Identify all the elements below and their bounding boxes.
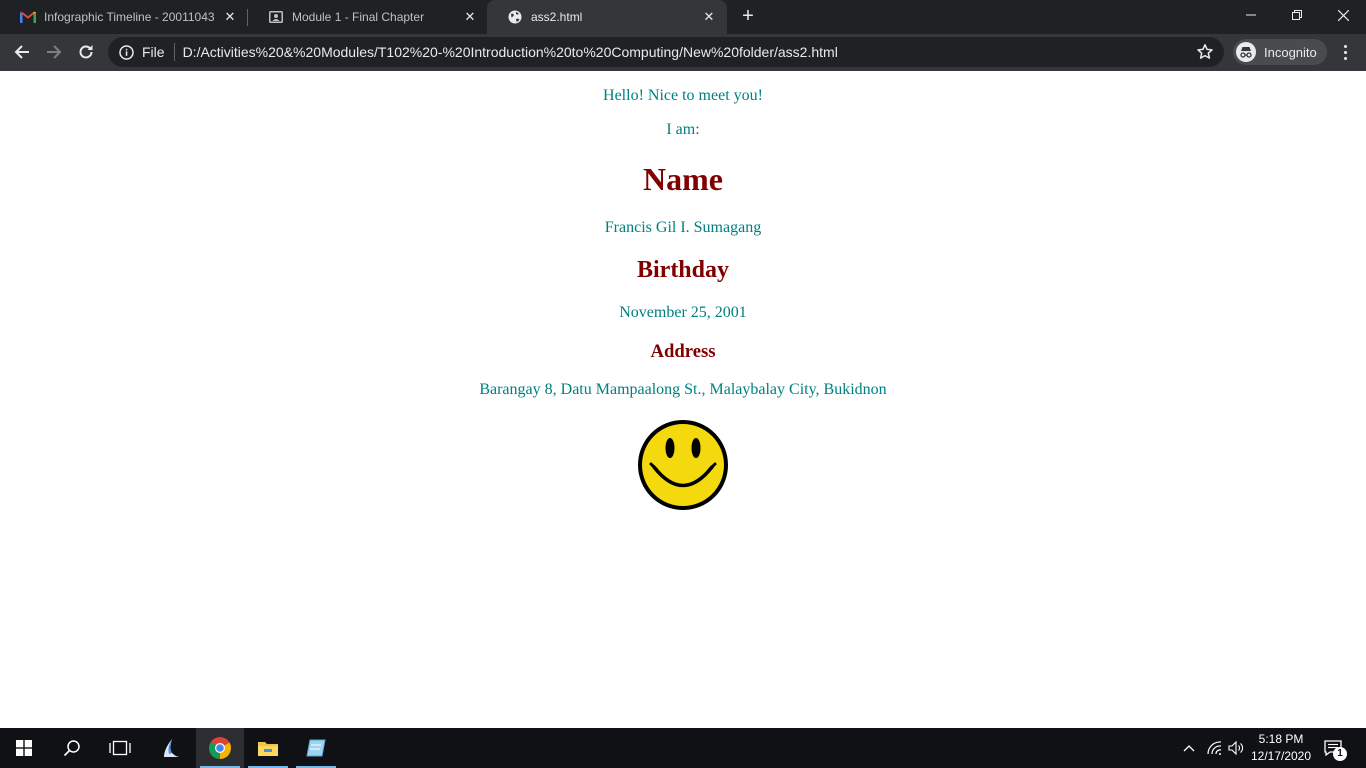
incognito-icon (1236, 42, 1256, 62)
task-view-icon (109, 740, 131, 756)
volume-button[interactable] (1226, 728, 1248, 768)
network-button[interactable] (1203, 728, 1225, 768)
close-tab-icon[interactable]: ✕ (701, 9, 717, 25)
restore-icon (1292, 10, 1302, 20)
address-divider (173, 43, 175, 61)
gmail-icon (20, 9, 36, 25)
notepad-icon (306, 739, 326, 757)
address-bar[interactable]: File D:/Activities%20&%20Modules/T102%20… (108, 37, 1224, 67)
close-tab-icon[interactable]: ✕ (222, 9, 238, 25)
address-value: Barangay 8, Datu Mampaalong St., Malayba… (479, 381, 887, 398)
notification-icon: 1 (1324, 740, 1347, 761)
smiley-face-icon (638, 420, 728, 510)
greeting-text: Hello! Nice to meet you! (603, 87, 763, 104)
tab-title: Module 1 - Final Chapter (292, 10, 425, 24)
task-view-button[interactable] (96, 728, 144, 768)
chrome-icon (209, 737, 231, 759)
browser-toolbar: File D:/Activities%20&%20Modules/T102%20… (0, 34, 1366, 71)
info-icon[interactable] (118, 44, 134, 60)
url-text[interactable]: D:/Activities%20&%20Modules/T102%20-%20I… (183, 44, 838, 60)
app-icon (164, 739, 180, 757)
incognito-label: Incognito (1264, 44, 1317, 60)
bookmark-star-icon[interactable] (1196, 43, 1214, 61)
action-center-button[interactable]: 1 (1320, 728, 1347, 768)
reload-icon (79, 45, 93, 59)
reload-button[interactable] (72, 38, 100, 66)
tab-title: Infographic Timeline - 20011043 (44, 10, 215, 24)
search-button[interactable] (48, 728, 96, 768)
clock-time: 5:18 PM (1258, 732, 1304, 746)
clock-date: 12/17/2020 (1250, 749, 1312, 763)
browser-menu-button[interactable] (1334, 40, 1356, 64)
tab-title: ass2.html (531, 10, 583, 24)
windows-taskbar: 5:18 PM 12/17/2020 1 (0, 728, 1366, 768)
wifi-icon (1207, 741, 1222, 755)
tab-module-1[interactable]: Module 1 - Final Chapter ✕ (248, 0, 488, 34)
menu-dot (1343, 50, 1347, 54)
menu-dot (1343, 56, 1347, 60)
tab-ass2[interactable]: ass2.html ✕ (487, 0, 727, 34)
incognito-badge[interactable]: Incognito (1233, 39, 1327, 65)
intro-text: I am: (666, 121, 700, 138)
speaker-icon (1228, 741, 1243, 755)
file-explorer-icon (258, 742, 278, 756)
new-tab-button[interactable]: + (736, 5, 760, 29)
birthday-heading: Birthday (636, 257, 729, 283)
minimize-button[interactable] (1228, 0, 1274, 30)
scheme-chip[interactable]: File (142, 44, 165, 60)
back-arrow-icon (14, 45, 29, 59)
notification-count-badge: 1 (1333, 747, 1347, 761)
address-heading: Address (650, 341, 716, 362)
start-button[interactable] (0, 728, 48, 768)
start-icon (16, 740, 32, 756)
forward-button[interactable] (40, 38, 68, 66)
close-tab-icon[interactable]: ✕ (462, 9, 478, 25)
show-hidden-icons-button[interactable] (1178, 728, 1200, 768)
globe-icon (507, 9, 523, 25)
menu-dot (1343, 44, 1347, 48)
name-value: Francis Gil I. Sumagang (604, 219, 762, 236)
close-icon (1337, 9, 1349, 21)
taskbar-app-button[interactable] (147, 728, 195, 768)
taskbar-chrome[interactable] (196, 728, 244, 768)
chevron-up-icon (1183, 745, 1195, 752)
back-button[interactable] (8, 38, 36, 66)
search-icon (63, 740, 80, 757)
restore-button[interactable] (1274, 0, 1320, 30)
taskbar-file-explorer[interactable] (244, 728, 292, 768)
tab-strip: Infographic Timeline - 20011043 ✕ Module… (0, 0, 1366, 34)
classroom-icon (268, 9, 284, 25)
name-heading: Name (643, 161, 723, 197)
system-clock[interactable]: 5:18 PM 12/17/2020 (1246, 731, 1316, 765)
forward-arrow-icon (47, 45, 62, 59)
minimize-icon (1246, 14, 1256, 16)
taskbar-notepad[interactable] (292, 728, 340, 768)
birthday-value: November 25, 2001 (619, 304, 747, 321)
page-content: Hello! Nice to meet you! I am: Name Fran… (0, 71, 1366, 728)
close-window-button[interactable] (1320, 0, 1366, 30)
tab-infographic-timeline[interactable]: Infographic Timeline - 20011043 ✕ (0, 0, 248, 34)
